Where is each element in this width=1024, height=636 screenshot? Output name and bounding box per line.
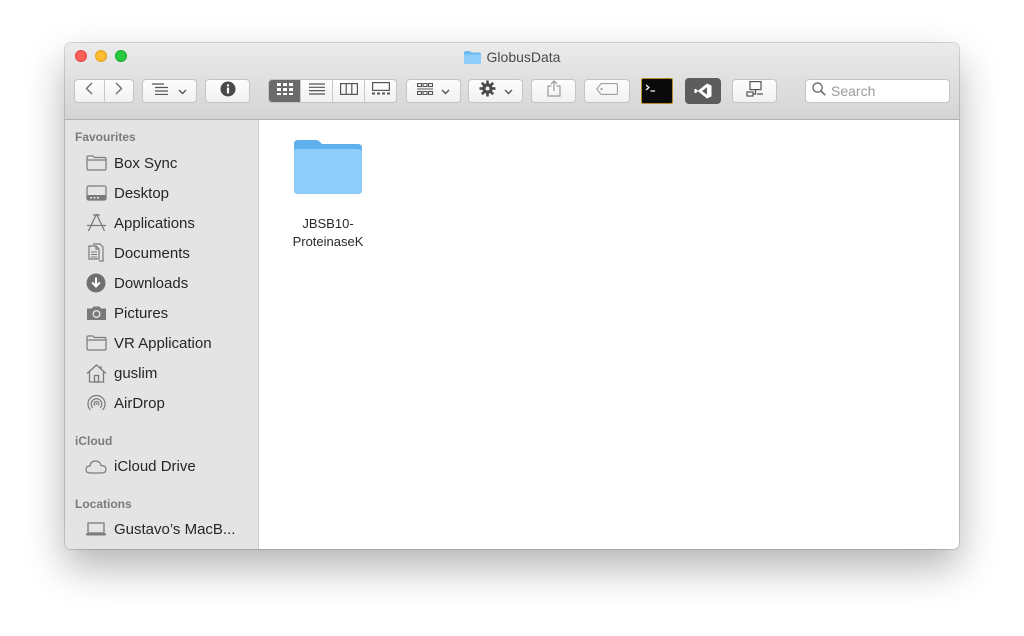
sidebar-item-label: Box Sync (114, 154, 178, 172)
sidebar-section-icloud: iCloud (75, 434, 113, 448)
back-button[interactable] (75, 80, 105, 102)
search-icon (812, 81, 826, 101)
connect-server-button[interactable] (732, 79, 777, 103)
folder-item[interactable]: JBSB10- ProteinaseK (283, 138, 373, 251)
sidebar-item-guslim[interactable]: guslim (65, 360, 258, 386)
home-icon (85, 363, 107, 383)
terminal-button[interactable] (641, 78, 673, 104)
folder-icon (85, 333, 107, 353)
tag-button[interactable] (584, 79, 630, 103)
sidebar-item-macbook[interactable]: Gustavo’s MacB... (65, 516, 258, 542)
toolbar: GlobusData (65, 43, 959, 120)
sidebar-item-label: Gustavo’s MacB... (114, 520, 236, 538)
list-sort-icon (152, 82, 172, 100)
sidebar-item-label: iCloud Drive (114, 457, 196, 475)
sidebar-item-label: Downloads (114, 274, 189, 292)
folder-icon (85, 153, 107, 173)
folder-icon (463, 50, 481, 68)
group-button[interactable] (406, 79, 461, 103)
sidebar-item-documents[interactable]: Documents (65, 240, 258, 266)
forward-button[interactable] (105, 80, 134, 102)
chevron-down-icon (441, 82, 450, 100)
gallery-view-button[interactable] (365, 80, 396, 102)
chevron-down-icon (504, 82, 513, 100)
finder-window: GlobusData Search Favourites Box Sync De… (65, 43, 959, 549)
sidebar-item-label: guslim (114, 364, 158, 382)
camera-icon (85, 303, 107, 323)
sidebar-item-applications[interactable]: Applications (65, 210, 258, 236)
search-input[interactable] (831, 83, 941, 99)
info-button[interactable] (205, 79, 250, 103)
folder-label-line-2: ProteinaseK (292, 234, 364, 249)
cloud-icon (85, 456, 107, 476)
info-icon (220, 81, 236, 102)
vscode-button[interactable] (685, 78, 721, 104)
sidebar-item-label: Applications (114, 214, 195, 232)
sidebar-item-label: AirDrop (114, 394, 165, 412)
gear-icon (479, 80, 496, 102)
sidebar-item-downloads[interactable]: Downloads (65, 270, 258, 296)
chevron-left-icon (85, 82, 93, 100)
column-view-icon (339, 82, 358, 100)
icon-view-icon (276, 82, 293, 100)
sidebar-item-pictures[interactable]: Pictures (65, 300, 258, 326)
gallery-view-icon (371, 82, 390, 100)
desktop-icon (85, 183, 107, 203)
airdrop-icon (85, 393, 107, 413)
documents-icon (85, 243, 107, 263)
laptop-icon (85, 519, 107, 539)
applications-icon (85, 213, 107, 233)
folder-label: JBSB10- ProteinaseK (283, 215, 373, 251)
sidebar-item-airdrop[interactable]: AirDrop (65, 390, 258, 416)
sidebar-item-desktop[interactable]: Desktop (65, 180, 258, 206)
sidebar-item-label: Pictures (114, 304, 169, 322)
sort-button[interactable] (142, 79, 197, 103)
sidebar-item-label: VR Application (114, 334, 212, 352)
list-view-button[interactable] (301, 80, 333, 102)
view-switcher (268, 79, 397, 103)
sidebar-item-vr-application[interactable]: VR Application (65, 330, 258, 356)
downloads-icon (85, 273, 107, 293)
sidebar-item-icloud-drive[interactable]: iCloud Drive (65, 453, 258, 479)
sidebar-item-label: Documents (114, 244, 190, 262)
vscode-icon (694, 83, 712, 104)
nav-buttons (74, 79, 134, 103)
window-title-bar: GlobusData (65, 48, 959, 66)
search-box (805, 79, 950, 103)
folder-icon (292, 138, 364, 201)
list-view-icon (308, 82, 325, 100)
share-button[interactable] (531, 79, 576, 103)
icon-view-button[interactable] (269, 80, 301, 102)
sidebar-section-favourites: Favourites (75, 130, 136, 144)
sidebar-item-label: Desktop (114, 184, 170, 202)
sidebar-item-box-sync[interactable]: Box Sync (65, 150, 258, 176)
chevron-down-icon (178, 82, 187, 100)
folder-label-line-1: JBSB10- (302, 216, 354, 231)
sidebar-section-locations: Locations (75, 497, 132, 511)
column-view-button[interactable] (333, 80, 365, 102)
file-browser-content: JBSB10- ProteinaseK (259, 120, 959, 549)
chevron-right-icon (115, 82, 123, 100)
sidebar: Favourites Box Sync Desktop Applications… (65, 120, 259, 549)
share-icon (546, 80, 561, 102)
connect-server-icon (745, 80, 764, 102)
tag-icon (596, 82, 618, 100)
terminal-icon (645, 81, 659, 99)
grid-group-icon (416, 82, 434, 100)
window-title: GlobusData (486, 49, 561, 65)
action-button[interactable] (468, 79, 523, 103)
